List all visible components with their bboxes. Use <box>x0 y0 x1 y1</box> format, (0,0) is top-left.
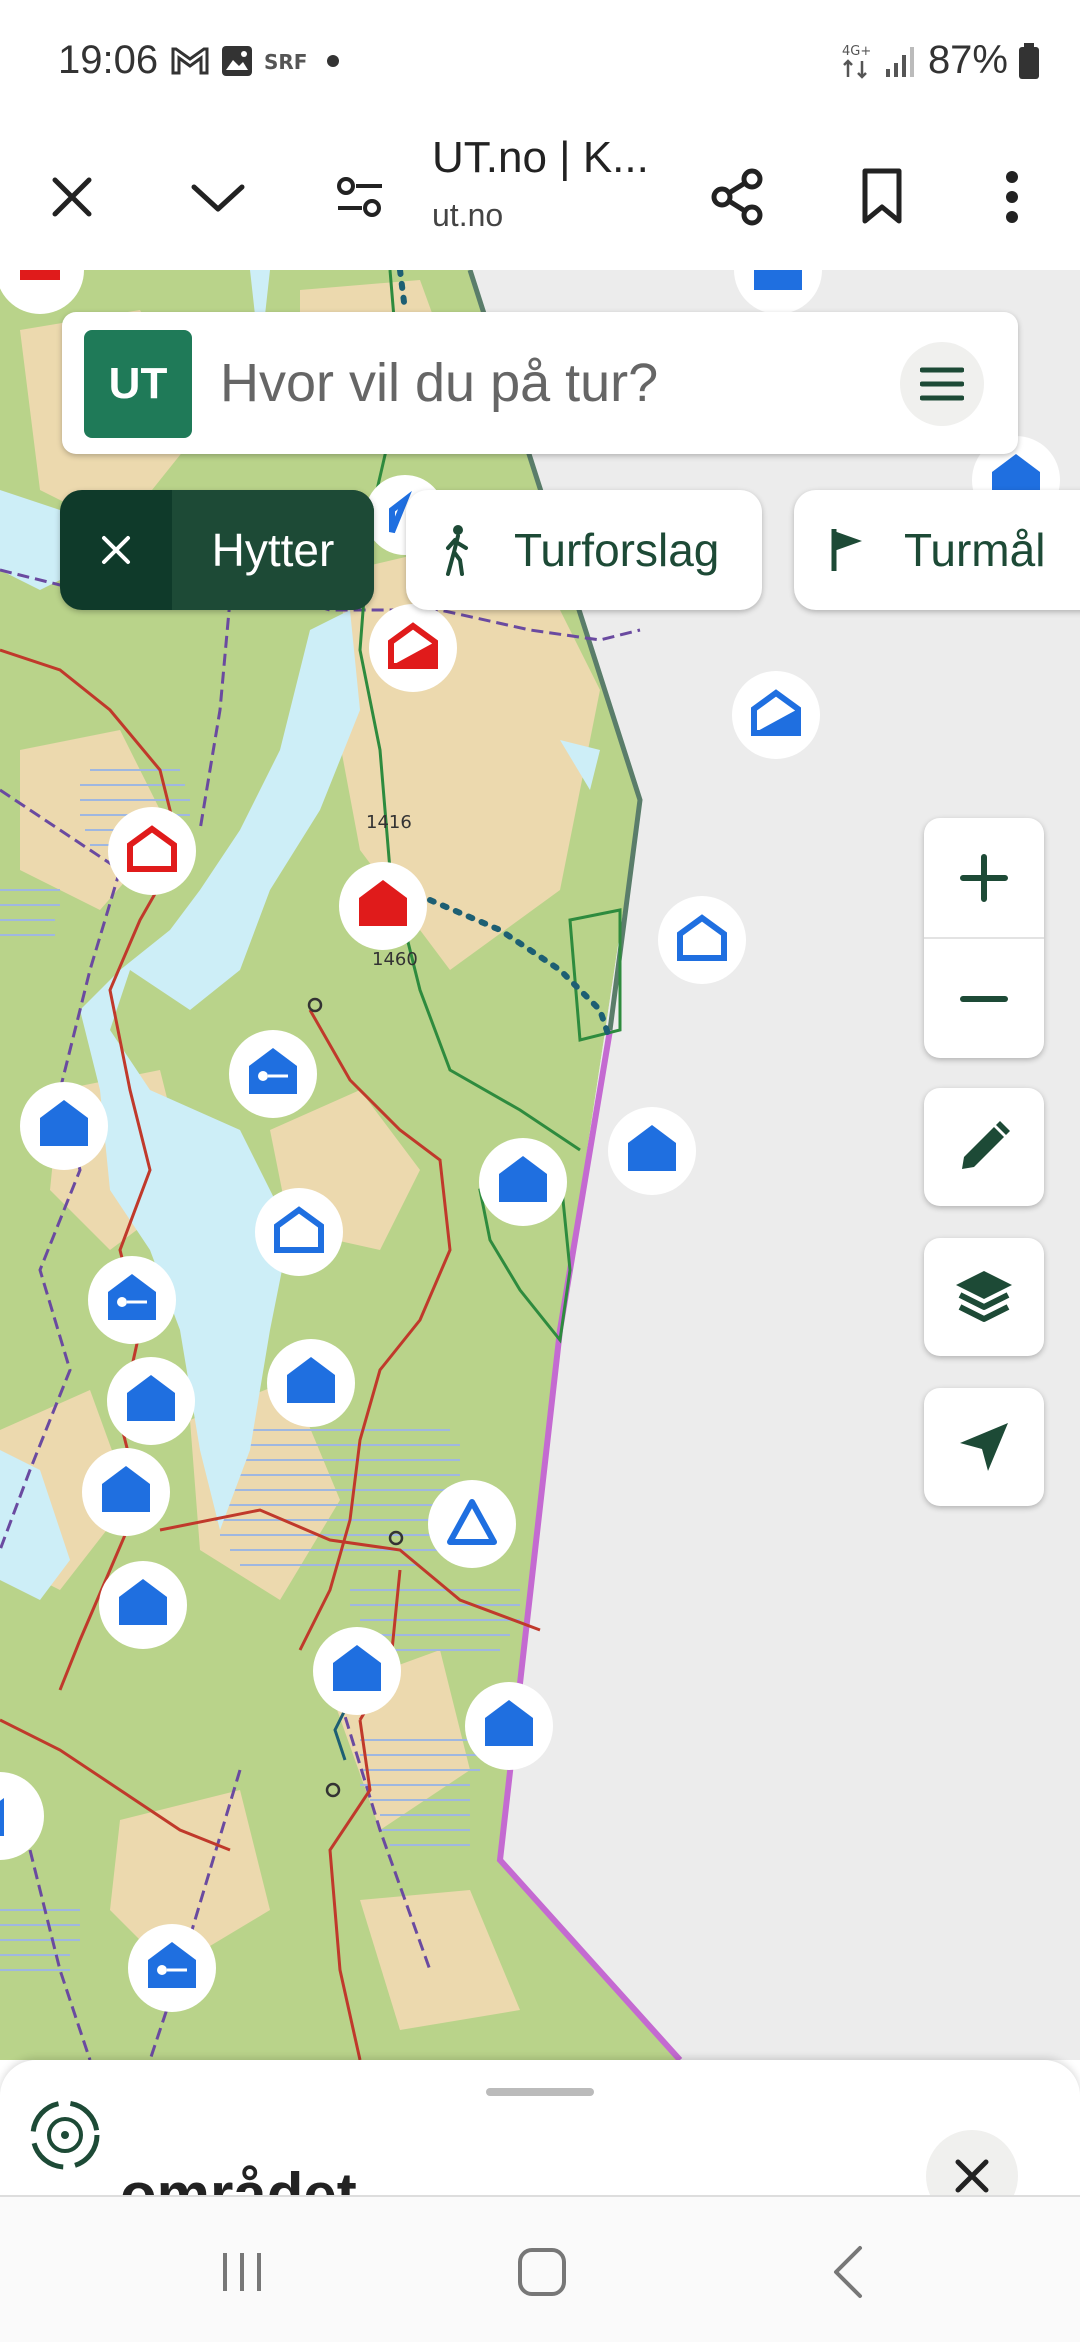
minimize-button[interactable] <box>176 155 260 239</box>
locate-button[interactable] <box>924 1388 1044 1506</box>
network-icon: 4G+ <box>842 44 871 79</box>
close-sheet-button[interactable] <box>926 2130 1018 2195</box>
filter-chip-turforslag[interactable]: Turforslag <box>406 490 762 610</box>
browser-toolbar: UT.no | K... ut.no <box>0 125 1080 272</box>
close-icon <box>52 177 92 217</box>
shelter-marker[interactable] <box>428 1480 516 1568</box>
recents-icon <box>223 2253 261 2291</box>
zoom-out-button[interactable] <box>924 939 1044 1058</box>
chevron-down-icon <box>191 184 245 212</box>
cabin-marker[interactable] <box>313 1627 401 1715</box>
cabin-partial-marker[interactable] <box>732 671 820 759</box>
cabin-marker[interactable] <box>99 1561 187 1649</box>
elevation-label: 1416 <box>366 812 412 833</box>
notification-icons: SRF <box>170 44 348 78</box>
ut-logo[interactable]: UT <box>84 330 192 438</box>
red-cabin-outline-marker[interactable] <box>108 807 196 895</box>
system-navigation-bar <box>0 2195 1080 2342</box>
gallery-icon <box>222 46 252 76</box>
cabin-outline-marker[interactable] <box>658 896 746 984</box>
close-tab-button[interactable] <box>30 155 114 239</box>
cabin-outline-marker[interactable] <box>255 1188 343 1276</box>
home-icon <box>518 2248 566 2296</box>
status-bar: 19:06 SRF 4G+ 87% <box>0 0 1080 125</box>
zoom-controls <box>924 818 1044 1058</box>
home-button[interactable] <box>502 2237 582 2307</box>
search-input[interactable]: Hvor vil du på tur? <box>220 352 658 414</box>
zoom-in-button[interactable] <box>924 818 1044 939</box>
more-options-button[interactable] <box>970 155 1054 239</box>
srf-icon: SRF <box>264 50 307 74</box>
layers-button[interactable] <box>924 1238 1044 1356</box>
navigation-arrow-icon <box>960 1423 1008 1471</box>
bookmark-button[interactable] <box>840 155 924 239</box>
share-button[interactable] <box>696 155 780 239</box>
cabin-marker[interactable] <box>107 1357 195 1445</box>
back-icon <box>834 2246 862 2298</box>
elevation-label: 1460 <box>372 949 418 970</box>
plus-icon <box>960 853 1008 902</box>
red-cabin-marker[interactable] <box>339 862 427 950</box>
status-time: 19:06 <box>58 38 159 82</box>
layers-icon <box>956 1271 1012 1322</box>
cabin-marker[interactable] <box>608 1107 696 1195</box>
cabin-marker[interactable] <box>465 1682 553 1770</box>
key-cabin-marker[interactable] <box>88 1256 176 1344</box>
flag-icon <box>831 529 862 571</box>
battery-percent: 87% <box>927 38 1008 82</box>
more-notifications-icon <box>327 55 339 67</box>
key-cabin-marker[interactable] <box>229 1030 317 1118</box>
chip-label: Hytter <box>172 490 374 610</box>
search-bar[interactable]: UT Hvor vil du på tur? <box>62 312 1018 454</box>
svg-text:SRF: SRF <box>264 50 307 74</box>
cabin-marker[interactable] <box>20 1082 108 1170</box>
site-settings-button[interactable] <box>318 155 402 239</box>
battery-icon <box>1019 42 1039 79</box>
close-icon <box>955 2159 989 2193</box>
page-url[interactable]: ut.no <box>432 197 503 234</box>
menu-button[interactable] <box>900 342 984 426</box>
svg-text:4G+: 4G+ <box>842 44 871 59</box>
bookmark-icon <box>862 168 902 224</box>
pencil-icon <box>962 1121 1010 1169</box>
minus-icon <box>960 995 1008 1002</box>
status-right: 4G+ 87% <box>840 38 1040 83</box>
gmail-icon <box>171 47 209 75</box>
close-icon <box>102 536 130 564</box>
more-vert-icon <box>1006 171 1018 223</box>
cabin-marker[interactable] <box>82 1448 170 1536</box>
hamburger-icon <box>920 367 964 401</box>
signal-icon <box>885 46 914 77</box>
key-cabin-marker[interactable] <box>128 1924 216 2012</box>
sheet-handle[interactable] <box>486 2088 594 2096</box>
remove-filter-button[interactable] <box>60 490 172 610</box>
recent-apps-button[interactable] <box>202 2237 282 2307</box>
page-title: UT.no | K... <box>432 133 649 182</box>
sheet-title: området <box>120 2161 357 2195</box>
filter-chip-turmal[interactable]: Turmål <box>794 490 1080 610</box>
chip-label: Turmål <box>904 524 1046 576</box>
back-button[interactable] <box>808 2237 888 2307</box>
bottom-sheet[interactable]: området <box>0 2060 1080 2195</box>
cabin-marker[interactable] <box>479 1138 567 1226</box>
red-cabin-partial-marker[interactable] <box>369 604 457 692</box>
chip-label: Turforslag <box>514 524 720 576</box>
tune-icon <box>337 177 382 217</box>
loading-spinner-icon <box>30 2100 100 2170</box>
hiker-icon <box>446 525 468 576</box>
filter-chip-hytter[interactable]: Hytter <box>60 490 374 610</box>
draw-route-button[interactable] <box>924 1088 1044 1206</box>
share-icon <box>711 168 763 226</box>
cabin-marker[interactable] <box>267 1339 355 1427</box>
